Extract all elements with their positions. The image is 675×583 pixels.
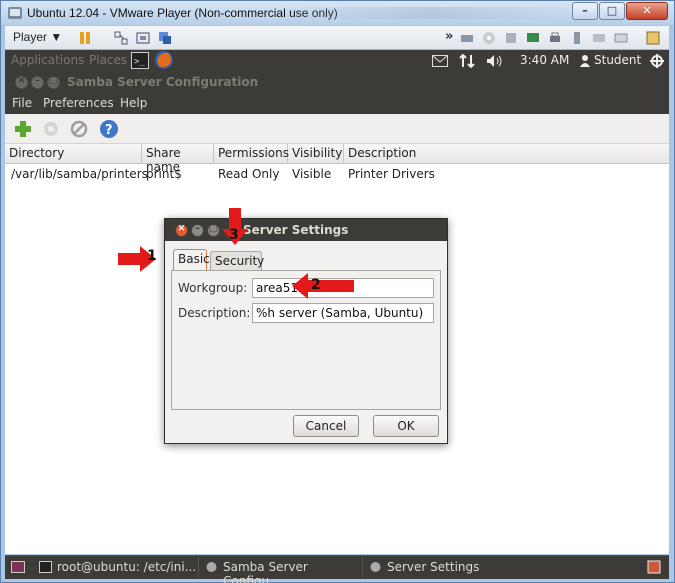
dialog-maximize-button[interactable]: □ [207,223,220,237]
message-icon[interactable] [613,30,629,46]
gear-icon [370,562,381,572]
svg-text:?: ? [105,123,113,138]
cd-icon[interactable] [481,30,497,46]
help-icon[interactable]: ? [99,119,119,139]
minimize-icon: – [582,4,588,17]
chevron-right-icon[interactable]: » [445,29,453,44]
network-devices-icon[interactable] [113,30,129,46]
power-icon[interactable] [649,53,665,69]
task-server-settings[interactable]: Server Settings [365,558,505,577]
column-header-description[interactable]: Description [344,144,669,164]
task-terminal[interactable]: root@ubuntu: /etc/ini... [35,558,199,577]
samba-window-title: Samba Server Configuration [67,75,259,89]
floppy-icon[interactable] [503,30,519,46]
cell-permissions: Read Only [218,167,280,181]
task-samba[interactable]: Samba Server Configu... [201,558,363,583]
terminal-icon [39,561,52,573]
menu-help[interactable]: Help [120,96,147,110]
title-blur [281,7,581,19]
vmware-icon [8,7,22,19]
workgroup-label: Workgroup: [178,281,248,295]
library-icon[interactable] [645,30,661,46]
firefox-icon[interactable] [154,50,174,70]
server-settings-dialog: × – □ Server Settings Basic Security Wor… [164,218,448,444]
description-label: Description: [178,306,251,320]
column-header-directory[interactable]: Directory [5,144,142,164]
player-toolbar: Player ▼ » [5,26,669,50]
cell-directory: /var/lib/samba/printers [11,167,148,181]
tab-basic[interactable]: Basic [173,249,210,271]
column-header-permissions[interactable]: Permissions [214,144,289,164]
column-header-share-name[interactable]: Share name [142,144,214,174]
table-header: Directory Share name Permissions Visibil… [5,144,669,174]
task-label: Server Settings [387,560,480,574]
add-icon[interactable] [13,119,33,139]
network-adapter-icon[interactable] [525,30,541,46]
dialog-minimize-button[interactable]: – [191,223,204,237]
gear-icon[interactable] [41,119,61,139]
mail-icon[interactable] [432,55,448,67]
cell-share-name: print$ [146,167,182,181]
menu-preferences[interactable]: Preferences [43,96,114,110]
dialog-titlebar: × – □ Server Settings [165,219,447,241]
cell-visibility: Visible [292,167,332,181]
annotation-number-3: 3 [229,227,239,243]
sound-card-icon[interactable] [591,30,607,46]
printer-icon[interactable] [547,30,563,46]
maximize-button[interactable]: □ [599,2,625,20]
maximize-icon: □ [48,75,59,86]
fullscreen-icon[interactable] [135,30,151,46]
maximize-icon: □ [208,223,219,234]
volume-icon[interactable] [486,54,504,68]
menu-file[interactable]: File [12,96,32,110]
column-header-visibility[interactable]: Visibility [288,144,344,164]
dialog-title: Server Settings [243,223,349,237]
close-icon: × [177,223,186,234]
dialog-close-button[interactable]: × [175,223,188,237]
close-button[interactable]: ✕ [626,2,668,20]
maximize-icon: □ [606,4,618,17]
ok-button[interactable]: OK [373,415,439,437]
trash-icon[interactable] [647,560,661,574]
network-icon[interactable] [459,54,475,68]
annotation-number-1: 1 [147,248,157,264]
svg-text:>_: >_ [134,57,145,67]
ubuntu-top-panel: Applications Places >_ 3:40 AM Student [5,50,669,72]
gear-icon [206,562,217,572]
terminal-icon[interactable]: >_ [131,52,149,69]
player-menu[interactable]: Player ▼ [13,30,62,44]
places-menu[interactable]: Places [89,53,127,67]
samba-minimize-button[interactable]: – [31,75,44,89]
tab-security[interactable]: Security [210,251,264,271]
user-name[interactable]: Student [594,53,641,67]
show-desktop-icon[interactable] [11,561,25,573]
window-titlebar: Ubuntu 12.04 - VMware Player (Non-commer… [1,1,674,25]
bottom-taskbar: root@ubuntu: /etc/ini... Samba Server Co… [5,555,669,583]
annotation-number-2: 2 [311,277,321,293]
close-icon: ✕ [642,4,652,17]
close-icon: × [17,75,26,86]
usb-icon[interactable] [569,30,585,46]
cell-description: Printer Drivers [348,167,435,181]
samba-menubar: File Preferences Help [5,94,669,114]
applications-menu[interactable]: Applications [11,53,84,67]
samba-maximize-button[interactable]: □ [47,75,60,89]
user-icon[interactable] [579,54,591,67]
clock[interactable]: 3:40 AM [520,53,569,67]
task-label: root@ubuntu: /etc/ini... [57,560,197,574]
samba-toolbar: ? [5,114,669,144]
cancel-button[interactable]: Cancel [293,415,359,437]
minimize-icon: – [195,223,200,234]
samba-close-button[interactable]: × [15,75,28,89]
unity-icon[interactable] [157,30,173,46]
description-field[interactable]: %h server (Samba, Ubuntu) [252,303,434,323]
samba-titlebar: × – □ Samba Server Configuration [5,72,669,94]
block-icon[interactable] [69,119,89,139]
hard-disk-icon[interactable] [459,30,475,46]
pause-icon[interactable] [77,30,93,46]
minimize-icon: – [35,75,40,86]
minimize-button[interactable]: – [572,2,598,20]
